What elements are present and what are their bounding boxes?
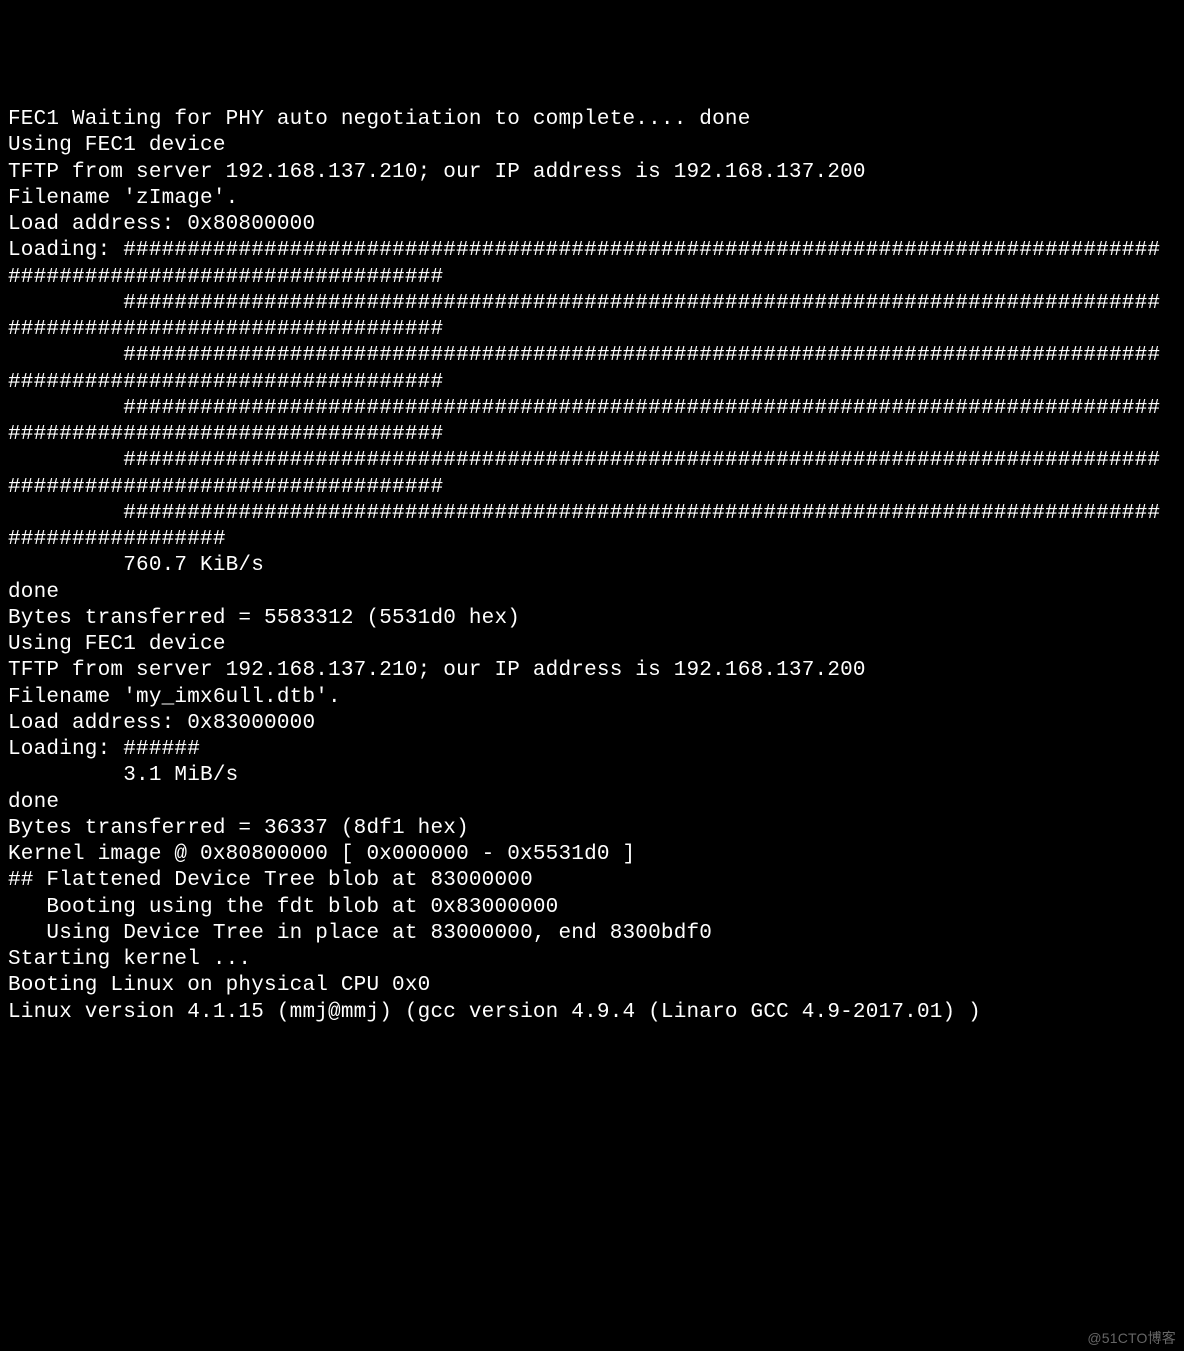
terminal-line: ########################################… (8, 396, 1176, 422)
terminal-line: FEC1 Waiting for PHY auto negotiation to… (8, 107, 1176, 133)
terminal-line: TFTP from server 192.168.137.210; our IP… (8, 160, 1176, 186)
terminal-line: Linux version 4.1.15 (mmj@mmj) (gcc vers… (8, 1000, 1176, 1026)
terminal-line: ## Flattened Device Tree blob at 8300000… (8, 868, 1176, 894)
terminal-line: 760.7 KiB/s (8, 553, 1176, 579)
terminal-output: FEC1 Waiting for PHY auto negotiation to… (8, 107, 1176, 1026)
terminal-line: Loading: ###### (8, 737, 1176, 763)
terminal-line: Loading: ###############################… (8, 238, 1176, 264)
terminal-line: done (8, 580, 1176, 606)
terminal-line: Bytes transferred = 36337 (8df1 hex) (8, 816, 1176, 842)
terminal-line: Using FEC1 device (8, 632, 1176, 658)
terminal-line: Load address: 0x80800000 (8, 212, 1176, 238)
terminal-line: ################################## (8, 422, 1176, 448)
terminal-line: ################################## (8, 317, 1176, 343)
terminal-line: Load address: 0x83000000 (8, 711, 1176, 737)
terminal-line: ########################################… (8, 291, 1176, 317)
terminal-line: ########################################… (8, 343, 1176, 369)
terminal-line: Using Device Tree in place at 83000000, … (8, 921, 1176, 947)
terminal-line: ########################################… (8, 501, 1176, 527)
terminal-line: ########################################… (8, 448, 1176, 474)
terminal-line: ################# (8, 527, 1176, 553)
terminal-line: Booting using the fdt blob at 0x83000000 (8, 895, 1176, 921)
terminal-line: 3.1 MiB/s (8, 763, 1176, 789)
terminal-line: ################################## (8, 265, 1176, 291)
terminal-line: ################################## (8, 475, 1176, 501)
terminal-line: TFTP from server 192.168.137.210; our IP… (8, 658, 1176, 684)
terminal-line: Booting Linux on physical CPU 0x0 (8, 973, 1176, 999)
terminal-line: ################################## (8, 370, 1176, 396)
terminal-line: Kernel image @ 0x80800000 [ 0x000000 - 0… (8, 842, 1176, 868)
terminal-line: Starting kernel ... (8, 947, 1176, 973)
terminal-line: Filename 'zImage'. (8, 186, 1176, 212)
terminal-line: Using FEC1 device (8, 133, 1176, 159)
terminal-line: done (8, 790, 1176, 816)
terminal-line: Filename 'my_imx6ull.dtb'. (8, 685, 1176, 711)
terminal-line: Bytes transferred = 5583312 (5531d0 hex) (8, 606, 1176, 632)
watermark-text: @51CTO博客 (1087, 1330, 1176, 1348)
